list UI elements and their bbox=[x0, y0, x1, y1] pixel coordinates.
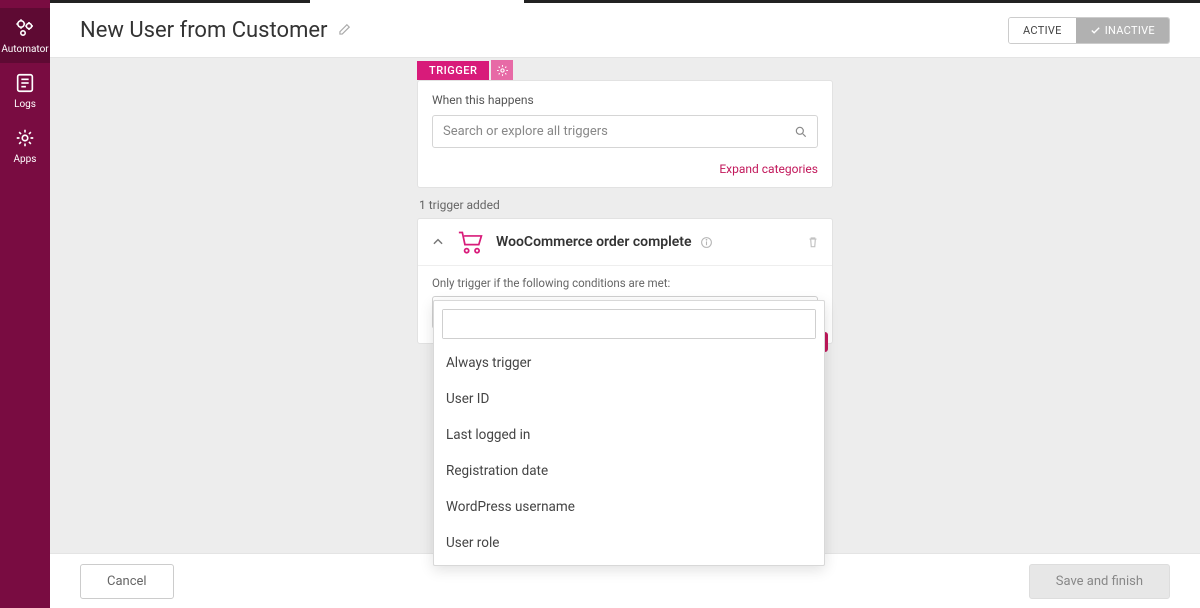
check-icon bbox=[1090, 25, 1101, 36]
edit-title-icon[interactable] bbox=[337, 23, 351, 37]
dropdown-option-label: WordPress username bbox=[446, 499, 575, 515]
sidebar-item-label: Automator bbox=[1, 44, 48, 55]
header: New User from Customer ACTIVE INACTIVE bbox=[50, 3, 1200, 58]
conditions-dropdown: Always trigger User ID Last logged in Re… bbox=[433, 300, 825, 566]
collapse-icon[interactable] bbox=[430, 235, 446, 249]
dropdown-option-label: User role bbox=[446, 535, 499, 551]
status-inactive-button[interactable]: INACTIVE bbox=[1076, 18, 1169, 43]
status-active-button[interactable]: ACTIVE bbox=[1009, 18, 1076, 43]
dropdown-option-label: Always trigger bbox=[446, 355, 531, 371]
dropdown-option[interactable]: Always trigger bbox=[438, 345, 820, 381]
status-active-label: ACTIVE bbox=[1023, 24, 1062, 37]
save-button[interactable]: Save and finish bbox=[1029, 564, 1170, 599]
conditions-label: Only trigger if the following conditions… bbox=[432, 276, 818, 290]
save-button-label: Save and finish bbox=[1056, 574, 1143, 589]
dropdown-option[interactable]: WordPress username bbox=[438, 489, 820, 525]
dropdown-option-label: Last logged in bbox=[446, 427, 530, 443]
expand-categories-link[interactable]: Expand categories bbox=[719, 162, 818, 176]
dropdown-option[interactable]: User ID bbox=[438, 381, 820, 417]
dropdown-search-wrap bbox=[442, 309, 816, 339]
cancel-button[interactable]: Cancel bbox=[80, 564, 174, 599]
trigger-tab-label: TRIGGER bbox=[429, 64, 477, 77]
page-title: New User from Customer bbox=[80, 18, 327, 43]
status-inactive-label: INACTIVE bbox=[1105, 24, 1155, 37]
trigger-tab[interactable]: TRIGGER bbox=[417, 61, 489, 80]
dropdown-option-label: User ID bbox=[446, 391, 489, 407]
status-toggle: ACTIVE INACTIVE bbox=[1008, 17, 1170, 44]
sidebar-item-logs[interactable]: Logs bbox=[0, 63, 50, 118]
automator-icon bbox=[13, 16, 37, 40]
trigger-search-input[interactable] bbox=[432, 115, 818, 148]
apps-icon bbox=[13, 126, 37, 150]
dropdown-search-input[interactable] bbox=[443, 310, 815, 338]
dropdown-option[interactable]: User role bbox=[438, 525, 820, 561]
sidebar: Automator Logs Apps bbox=[0, 0, 50, 608]
trigger-count-label: 1 trigger added bbox=[419, 198, 833, 212]
info-icon[interactable] bbox=[700, 236, 713, 249]
dropdown-option[interactable]: Registration date bbox=[438, 453, 820, 489]
cancel-button-label: Cancel bbox=[107, 574, 147, 589]
sidebar-item-label: Logs bbox=[14, 99, 36, 110]
logs-icon bbox=[13, 71, 37, 95]
search-icon bbox=[794, 125, 808, 139]
when-this-happens-label: When this happens bbox=[432, 93, 818, 107]
woocommerce-icon bbox=[456, 229, 486, 255]
sidebar-item-label: Apps bbox=[14, 154, 37, 165]
sidebar-item-automator[interactable]: Automator bbox=[0, 8, 50, 63]
trigger-settings-icon[interactable] bbox=[491, 60, 513, 80]
dropdown-option-label: Registration date bbox=[446, 463, 548, 479]
delete-trigger-icon[interactable] bbox=[806, 235, 820, 249]
dropdown-option[interactable]: Last logged in bbox=[438, 417, 820, 453]
sidebar-item-apps[interactable]: Apps bbox=[0, 118, 50, 173]
trigger-item-name: WooCommerce order complete bbox=[496, 234, 692, 250]
trigger-card: When this happens Expand categories bbox=[417, 80, 833, 188]
